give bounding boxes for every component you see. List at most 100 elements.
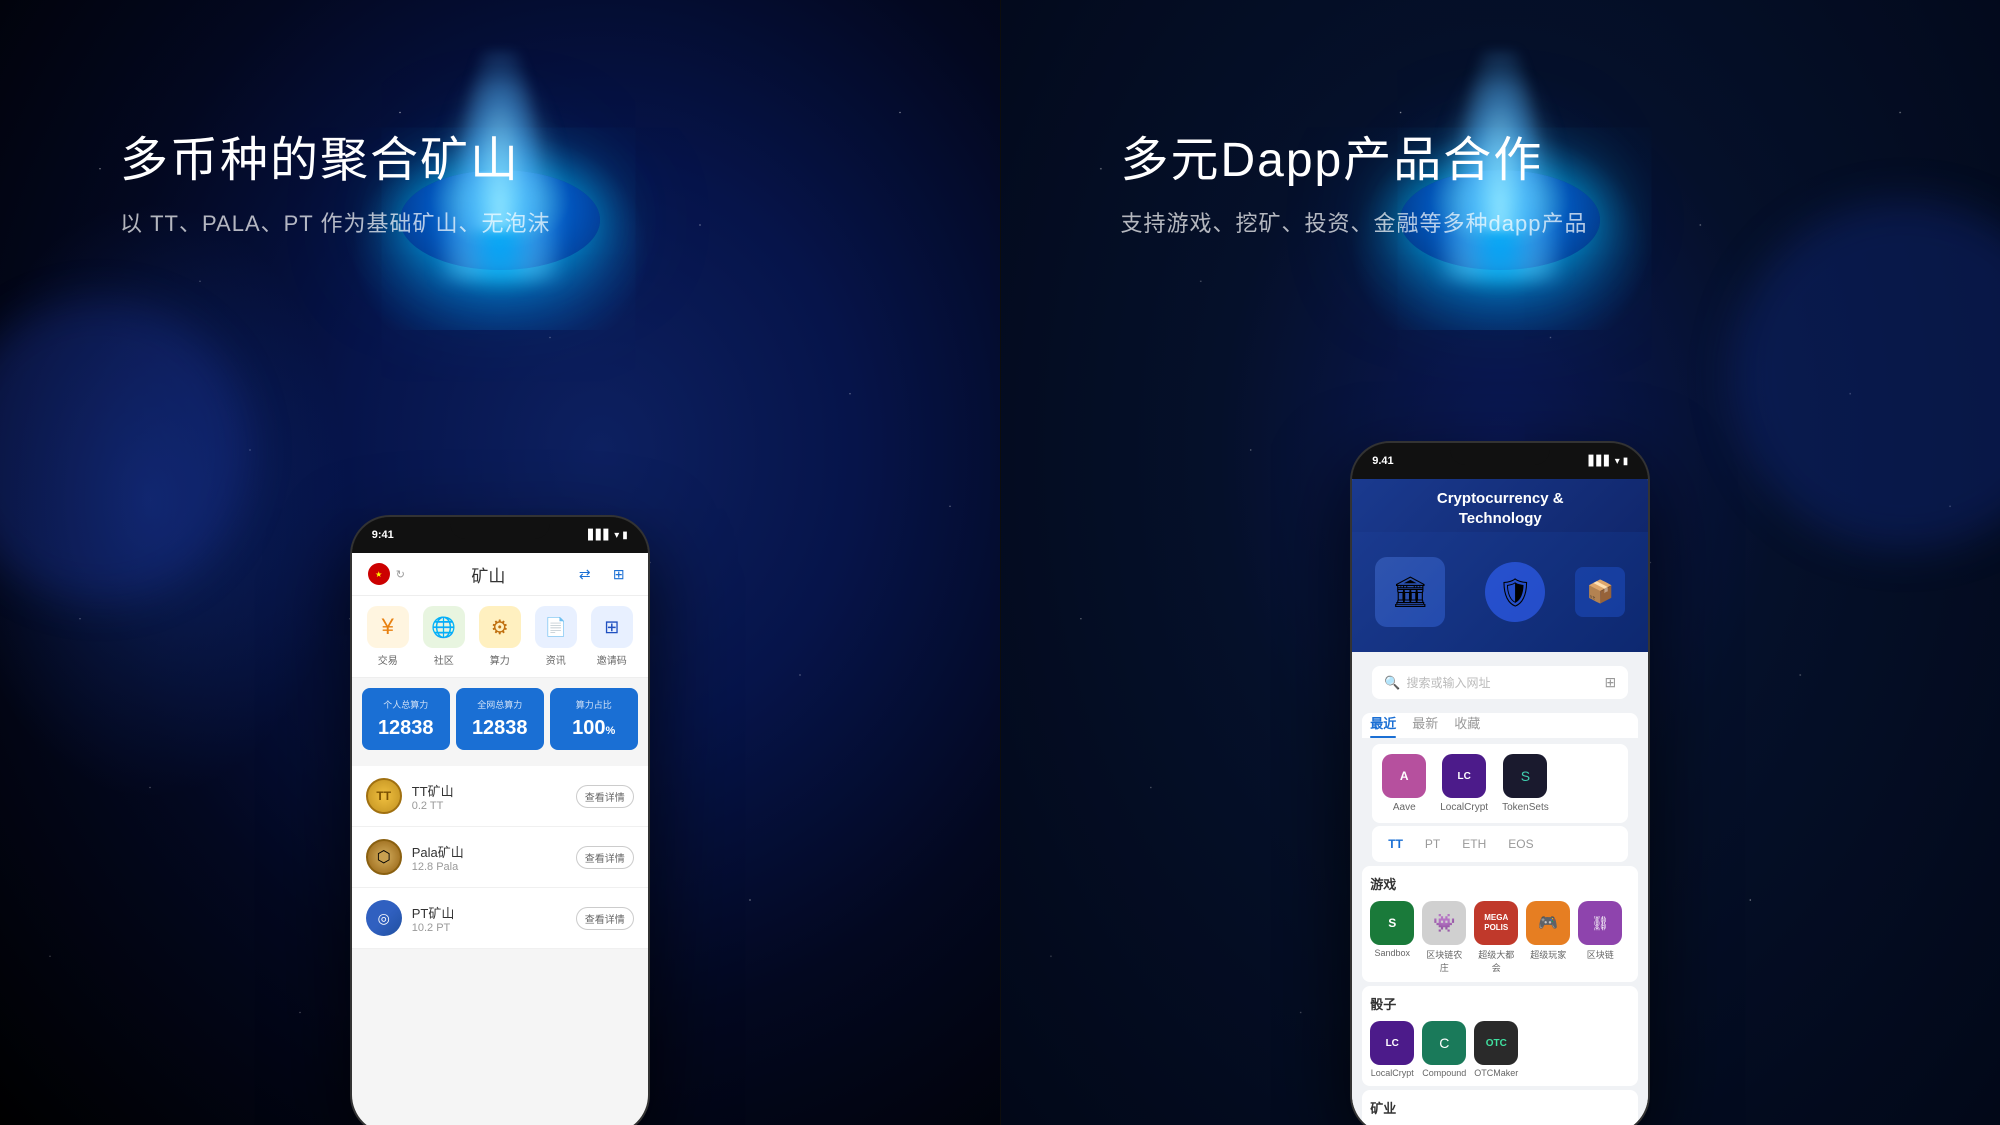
- mine-list: TT TT矿山 0.2 TT 查看详情: [352, 766, 648, 949]
- pala-mine-amount: 12.8 Pala: [412, 861, 576, 873]
- megapolis-label: 超级大都会: [1474, 948, 1518, 974]
- sandbox-label: Sandbox: [1374, 948, 1410, 958]
- news-icon: 📄: [535, 606, 577, 648]
- dapp-title-bar: Cryptocurrency &Technology: [1352, 479, 1648, 532]
- aave-item[interactable]: A Aave: [1382, 754, 1426, 813]
- localcrypt-item[interactable]: LC LocalCrypt: [1440, 754, 1488, 813]
- pt-mine-name: PT矿山: [412, 903, 576, 922]
- nav-icon-group: ⇄ ⊞: [572, 561, 632, 587]
- pt-logo: ◎: [366, 900, 402, 936]
- games-title: 游戏: [1370, 874, 1630, 893]
- search-placeholder[interactable]: 搜索或输入网址: [1406, 674, 1598, 691]
- pt-mine-amount: 10.2 PT: [412, 922, 576, 934]
- quick-item-invite[interactable]: ⊞ 邀请码: [591, 606, 633, 667]
- games-section: 游戏 S Sandbox 👾: [1362, 866, 1638, 982]
- otcmaker-item[interactable]: OTC OTCMaker: [1474, 1021, 1518, 1078]
- dapp-search-bar[interactable]: 🔍 搜索或输入网址 ⊞: [1372, 666, 1628, 699]
- featured-dapps: A Aave LC LocalCrypt S: [1372, 744, 1628, 823]
- chainlink-item[interactable]: ⛓ 区块链: [1578, 901, 1622, 974]
- dapp-banner: 🏛 🛡 📦: [1352, 532, 1648, 652]
- pala-logo: ⬡: [366, 839, 402, 875]
- chain-tab-eos[interactable]: EOS: [1502, 834, 1539, 854]
- hashrate-label: 算力: [490, 652, 510, 667]
- dapp-header: Cryptocurrency &Technology 🏛 🛡 📦: [1352, 479, 1648, 652]
- battery-icon: ▮: [622, 530, 628, 541]
- pala-mine-name: Pala矿山: [412, 842, 576, 861]
- dapp-screen: Cryptocurrency &Technology 🏛 🛡 📦 🔍 搜索或: [1352, 479, 1648, 1125]
- left-notch: [450, 517, 550, 539]
- tab-recent[interactable]: 最近: [1370, 713, 1396, 738]
- pt-mine-item: ◎ PT矿山 10.2 PT 查看详情: [352, 888, 648, 949]
- wifi-icon: ▾: [614, 530, 619, 541]
- personal-hashrate-value: 12838: [378, 717, 434, 740]
- personal-hashrate-label: 个人总算力: [383, 698, 428, 711]
- left-status-bar: 9:41 ▋▋▋ ▾ ▮: [352, 517, 648, 553]
- pala-mine-item: ⬡ Pala矿山 12.8 Pala 查看详情: [352, 827, 648, 888]
- dice-title: 骰子: [1370, 994, 1630, 1013]
- tt-details-button[interactable]: 查看详情: [576, 785, 634, 808]
- quick-item-community[interactable]: 🌐 社区: [423, 606, 465, 667]
- tt-logo: TT: [366, 778, 402, 814]
- chain-tab-eth[interactable]: ETH: [1456, 834, 1492, 854]
- tabs-wrapper: 最近 最新 收藏: [1352, 713, 1648, 738]
- expand-icon[interactable]: ⊞: [1605, 674, 1617, 691]
- sandbox-icon: S: [1370, 901, 1414, 945]
- chain-tab-tt[interactable]: TT: [1382, 834, 1409, 854]
- quick-item-news[interactable]: 📄 资讯: [535, 606, 577, 667]
- compound-label: Compound: [1422, 1068, 1466, 1078]
- quick-item-hashrate[interactable]: ⚙ 算力: [479, 606, 521, 667]
- scan-icon[interactable]: ⊞: [606, 561, 632, 587]
- megapolis-item[interactable]: MEGAPOLIS 超级大都会: [1474, 901, 1518, 974]
- dice-icons-row: LC LocalCrypt C Compound: [1370, 1021, 1630, 1078]
- invite-icon: ⊞: [591, 606, 633, 648]
- tokensets-item[interactable]: S TokenSets: [1502, 754, 1549, 813]
- pala-details-button[interactable]: 查看详情: [576, 846, 634, 869]
- mining-industry-section: 矿业: [1362, 1090, 1638, 1125]
- otcmaker-label: OTCMaker: [1474, 1068, 1518, 1078]
- supergame-item[interactable]: 🎮 超级玩家: [1526, 901, 1570, 974]
- featured-wrapper: A Aave LC LocalCrypt S: [1352, 744, 1648, 823]
- left-phone-container: 9:41 ▋▋▋ ▾ ▮ ★ ↻ 矿山: [350, 515, 650, 1125]
- refresh-icon[interactable]: ↻: [396, 568, 405, 581]
- banner-shield: 🛡: [1485, 562, 1545, 622]
- blockchain-farm-icon: 👾: [1422, 901, 1466, 945]
- chain-tab-pt[interactable]: PT: [1419, 834, 1446, 854]
- search-wrapper: 🔍 搜索或输入网址 ⊞: [1352, 652, 1648, 713]
- compound-item[interactable]: C Compound: [1422, 1021, 1466, 1078]
- mining-screen: ★ ↻ 矿山 ⇄ ⊞ ¥ 交易: [352, 553, 648, 1125]
- main-tabs: 最近 最新 收藏: [1362, 713, 1638, 738]
- trade-label: 交易: [378, 652, 398, 667]
- banner-figure: 🏛: [1375, 557, 1445, 627]
- pt-mine-info: PT矿山 10.2 PT: [412, 903, 576, 934]
- pala-mine-info: Pala矿山 12.8 Pala: [412, 842, 576, 873]
- supergame-icon: 🎮: [1526, 901, 1570, 945]
- right-panel: 多元Dapp产品合作 支持游戏、挖矿、投资、金融等多种dapp产品 9.41 ▋…: [1001, 0, 2000, 1125]
- aave-icon: A: [1382, 754, 1426, 798]
- dapp-title: Cryptocurrency &Technology: [1437, 489, 1564, 528]
- network-hashrate-label: 全网总算力: [477, 698, 522, 711]
- blockchain-farm-label: 区块链农庄: [1422, 948, 1466, 974]
- transfer-icon[interactable]: ⇄: [572, 561, 598, 587]
- left-time: 9:41: [372, 529, 394, 541]
- mining-nav-title: 矿山: [471, 562, 505, 587]
- tab-favorites[interactable]: 收藏: [1454, 713, 1480, 738]
- community-label: 社区: [434, 652, 454, 667]
- chain-tabs-wrapper: TT PT ETH EOS: [1352, 826, 1648, 862]
- sandbox-item[interactable]: S Sandbox: [1370, 901, 1414, 974]
- pt-details-button[interactable]: 查看详情: [576, 907, 634, 930]
- right-phone-container: 9.41 ▋▋▋ ▾ ▮ Cryptocurrency &Technology …: [1350, 441, 1650, 1125]
- invite-label: 邀请码: [597, 652, 627, 667]
- right-main-title: 多元Dapp产品合作: [1121, 120, 1881, 190]
- local-crypt-dice-item[interactable]: LC LocalCrypt: [1370, 1021, 1414, 1078]
- search-icon: 🔍: [1384, 675, 1400, 691]
- r-signal-icon: ▋▋▋: [1589, 456, 1612, 467]
- mining-navbar: ★ ↻ 矿山 ⇄ ⊞: [352, 553, 648, 596]
- mining-section-wrapper: 矿业: [1352, 1086, 1648, 1125]
- localcrypt-label: LocalCrypt: [1440, 802, 1488, 813]
- localcrypt-icon: LC: [1442, 754, 1486, 798]
- tab-latest[interactable]: 最新: [1412, 713, 1438, 738]
- quick-item-trade[interactable]: ¥ 交易: [367, 606, 409, 667]
- blockchain-farm-item[interactable]: 👾 区块链农庄: [1422, 901, 1466, 974]
- tokensets-label: TokenSets: [1502, 802, 1549, 813]
- banner-box: 📦: [1575, 567, 1625, 617]
